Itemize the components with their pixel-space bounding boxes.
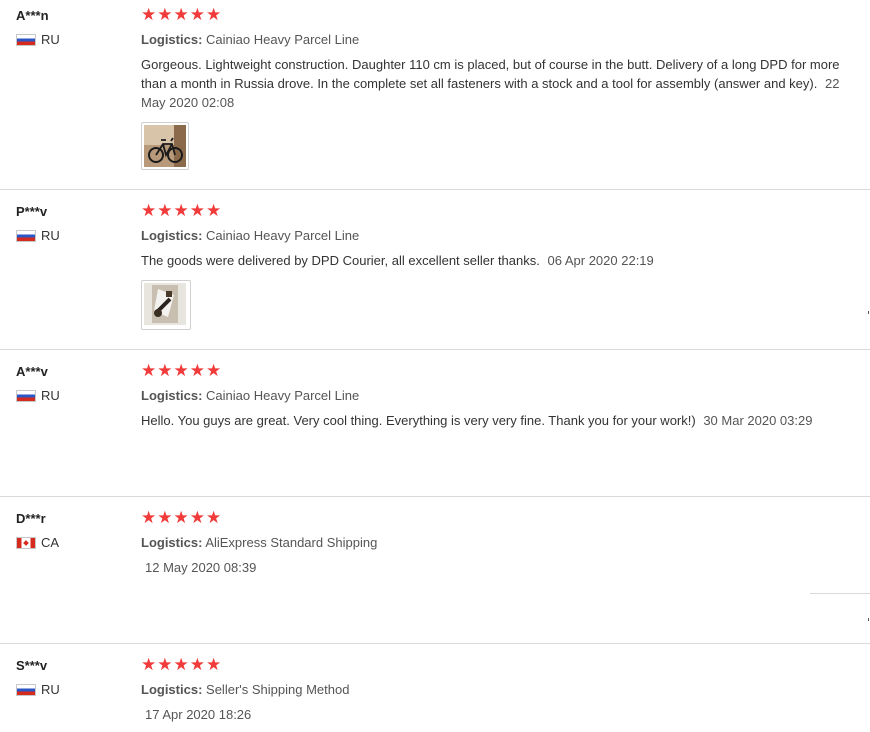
star-icon: ★ — [206, 655, 222, 675]
logistics-method: Cainiao Heavy Parcel Line — [206, 32, 360, 47]
russia-flag-icon — [16, 390, 36, 402]
reviewer-country: RU — [16, 32, 126, 48]
star-icon: ★ — [189, 655, 205, 675]
star-icon: ★ — [141, 655, 157, 675]
review-body: ★ ★ ★ ★ ★ Logistics: Cainiao Heavy Parcel Li… — [141, 196, 856, 330]
country-code: RU — [41, 682, 60, 697]
star-icon: ★ — [206, 201, 222, 221]
reviewer-info: A***n RU — [16, 0, 126, 48]
parts-photo-icon — [144, 283, 186, 325]
logistics-label: Logistics: — [141, 682, 203, 697]
reviewer-country: RU — [16, 682, 126, 698]
star-icon: ★ — [189, 5, 205, 25]
review-body: ★ ★ ★ ★ ★ Logistics: Cainiao Heavy Parcel Li… — [141, 0, 856, 170]
review-photo-thumbnail[interactable] — [141, 122, 189, 170]
logistics-method: AliExpress Standard Shipping — [205, 535, 378, 550]
review-text-block: Hello. You guys are great. Very cool thi… — [141, 411, 856, 430]
reviewer-country: CA — [16, 535, 126, 551]
star-icon: ★ — [189, 201, 205, 221]
edge-marker — [868, 311, 869, 314]
star-icon: ★ — [157, 655, 173, 675]
logistics-label: Logistics: — [141, 388, 203, 403]
country-code: RU — [41, 388, 60, 403]
star-icon: ★ — [173, 655, 189, 675]
review-text: The goods were delivered by DPD Courier,… — [141, 253, 540, 268]
russia-flag-icon — [16, 34, 36, 46]
logistics-label: Logistics: — [141, 535, 203, 550]
reviewer-country: RU — [16, 388, 126, 404]
review-text: Hello. You guys are great. Very cool thi… — [141, 413, 696, 428]
star-icon: ★ — [173, 5, 189, 25]
star-icon: ★ — [173, 508, 189, 528]
reviewer-name: S***v — [16, 658, 48, 673]
star-rating: ★ ★ ★ ★ ★ — [141, 656, 856, 674]
star-icon: ★ — [173, 361, 189, 381]
star-rating: ★ ★ ★ ★ ★ — [141, 202, 856, 220]
russia-flag-icon — [16, 230, 36, 242]
country-code: CA — [41, 535, 60, 550]
review-body: ★ ★ ★ ★ ★ Logistics: AliExpress Standard Shi… — [141, 503, 856, 577]
logistics-info: Logistics: AliExpress Standard Shipping — [141, 534, 856, 551]
review-date: 12 May 2020 08:39 — [145, 560, 257, 575]
review-date: 06 Apr 2020 22:19 — [547, 253, 654, 268]
review-body: ★ ★ ★ ★ ★ Logistics: Seller's Shipping Metho… — [141, 650, 856, 724]
logistics-info: Logistics: Seller's Shipping Method — [141, 681, 856, 698]
logistics-method: Cainiao Heavy Parcel Line — [206, 228, 360, 243]
star-icon: ★ — [141, 361, 157, 381]
reviewer-info: S***v RU — [16, 650, 126, 698]
reviewer-name: D***r — [16, 511, 46, 526]
star-rating: ★ ★ ★ ★ ★ — [141, 362, 856, 380]
reviewer-name: A***v — [16, 364, 48, 379]
review-date: 17 Apr 2020 18:26 — [145, 707, 252, 722]
star-icon: ★ — [206, 5, 222, 25]
reviewer-info: P***v RU — [16, 196, 126, 244]
review-feed: A***n RU ★ ★ ★ ★ ★ Logistics: Cainiao Heavy … — [0, 0, 870, 732]
star-icon: ★ — [141, 508, 157, 528]
logistics-info: Logistics: Cainiao Heavy Parcel Line — [141, 31, 856, 48]
star-icon: ★ — [157, 361, 173, 381]
review-item: A***n RU ★ ★ ★ ★ ★ Logistics: Cainiao Heavy … — [0, 0, 870, 190]
country-code: RU — [41, 32, 60, 47]
bicycle-photo-icon — [144, 125, 186, 167]
star-icon: ★ — [157, 201, 173, 221]
review-item: S***v RU ★ ★ ★ ★ ★ Logistics: Seller's Shipp… — [0, 644, 870, 732]
star-icon: ★ — [173, 201, 189, 221]
star-rating: ★ ★ ★ ★ ★ — [141, 6, 856, 24]
reviewer-name: P***v — [16, 204, 48, 219]
logistics-method: Seller's Shipping Method — [206, 682, 350, 697]
country-code: RU — [41, 228, 60, 243]
star-icon: ★ — [189, 508, 205, 528]
russia-flag-icon — [16, 684, 36, 696]
logistics-method: Cainiao Heavy Parcel Line — [206, 388, 360, 403]
reviewer-info: A***v RU — [16, 356, 126, 404]
review-text-block: The goods were delivered by DPD Courier,… — [141, 251, 856, 270]
star-icon: ★ — [206, 361, 222, 381]
star-rating: ★ ★ ★ ★ ★ — [141, 509, 856, 527]
review-date: 30 Mar 2020 03:29 — [703, 413, 813, 428]
edge-divider — [810, 593, 870, 594]
review-item: A***v RU ★ ★ ★ ★ ★ Logistics: Cainiao Heavy … — [0, 350, 870, 497]
logistics-info: Logistics: Cainiao Heavy Parcel Line — [141, 387, 856, 404]
logistics-label: Logistics: — [141, 32, 203, 47]
review-body: ★ ★ ★ ★ ★ Logistics: Cainiao Heavy Parcel Li… — [141, 356, 856, 430]
edge-marker — [868, 618, 869, 621]
logistics-info: Logistics: Cainiao Heavy Parcel Line — [141, 227, 856, 244]
star-icon: ★ — [141, 5, 157, 25]
review-item: P***v RU ★ ★ ★ ★ ★ Logistics: Cainiao Heavy … — [0, 190, 870, 350]
canada-flag-icon — [16, 537, 36, 549]
review-text: Gorgeous. Lightweight construction. Daug… — [141, 57, 840, 91]
review-text-block: Gorgeous. Lightweight construction. Daug… — [141, 55, 856, 112]
star-icon: ★ — [157, 508, 173, 528]
review-photo-thumbnail[interactable] — [141, 280, 191, 330]
reviewer-name: A***n — [16, 8, 49, 23]
star-icon: ★ — [157, 5, 173, 25]
logistics-label: Logistics: — [141, 228, 203, 243]
reviewer-info: D***r CA — [16, 503, 126, 551]
star-icon: ★ — [189, 361, 205, 381]
star-icon: ★ — [141, 201, 157, 221]
reviewer-country: RU — [16, 228, 126, 244]
review-item: D***r CA ★ ★ ★ ★ ★ Logistics: AliExpress Sta… — [0, 497, 870, 644]
star-icon: ★ — [206, 508, 222, 528]
